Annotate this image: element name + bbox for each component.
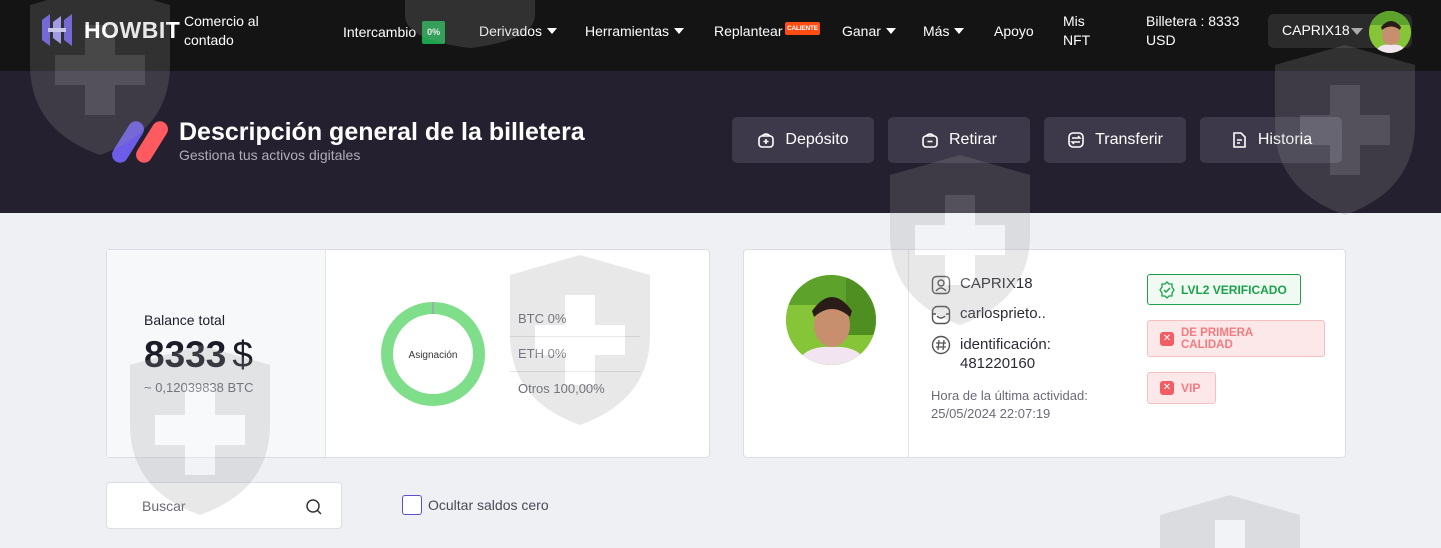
verified-label: LVL2 VERIFICADO [1181, 282, 1287, 297]
nav-launch-label: Replantear [714, 23, 783, 39]
nav-tools[interactable]: Herramientas [585, 22, 685, 41]
balance-value-row: 8333 $ [144, 334, 253, 376]
page-title: Descripción general de la billetera [179, 118, 585, 146]
nav-earn-label: Ganar [842, 23, 881, 39]
logo-icon [40, 12, 74, 48]
profile-username-row: CAPRIX18 [931, 275, 1033, 295]
nav-more-label: Más [923, 23, 950, 39]
user-icon [931, 275, 951, 295]
hide-zero-checkbox[interactable] [402, 495, 422, 515]
profile-username: CAPRIX18 [960, 275, 1033, 292]
avatar [786, 275, 876, 365]
withdraw-icon [922, 133, 938, 148]
chevron-down-icon [885, 28, 896, 35]
balance-value: 8333 [144, 334, 227, 375]
asset-search [106, 482, 342, 529]
profile-id-value: 481220160 [960, 355, 1036, 372]
withdraw-button[interactable]: Retirar [888, 117, 1030, 163]
chevron-down-icon [1351, 28, 1363, 35]
verified-badge: LVL2 VERIFICADO [1147, 274, 1301, 305]
wallet-balance-label: Billetera : 8333 USD [1146, 13, 1240, 48]
hide-zero-label: Ocultar saldos cero [428, 497, 549, 513]
shield-watermark-icon [1160, 495, 1300, 548]
profile-email: carlosprieto.. [960, 305, 1046, 322]
profile-id-label: identificación: [960, 336, 1051, 353]
allocation-others: Otros 100,00% [518, 381, 605, 396]
profile-card: CAPRIX18 carlosprieto.. identificación: … [743, 249, 1346, 458]
deposit-button[interactable]: Depósito [732, 117, 874, 163]
last-activity: Hora de la última actividad: 25/05/2024 … [931, 387, 1091, 423]
brand-logo[interactable]: HOWBIT [40, 12, 180, 48]
hot-badge: CALIENTE [785, 22, 820, 35]
last-activity-label: Hora de la última actividad: [931, 388, 1088, 403]
search-icon[interactable] [305, 498, 323, 516]
chevron-down-icon [674, 28, 685, 35]
divider [510, 371, 640, 372]
nav-tools-label: Herramientas [585, 23, 670, 39]
deposit-icon [758, 133, 775, 148]
donut-center-label: Asignación [409, 350, 458, 361]
transfer-icon [1068, 132, 1084, 148]
profile-id-row: identificación: 481220160 [931, 335, 1051, 373]
premium-label: DE PRIMERA CALIDAD [1181, 326, 1253, 351]
currency-symbol: $ [232, 334, 253, 375]
wallet-balance[interactable]: Billetera : 8333 USD [1146, 12, 1246, 50]
wallet-header: Descripción general de la billetera Gest… [0, 71, 1441, 213]
verified-check-icon [1159, 280, 1175, 299]
nav-exchange-label: Intercambio [343, 24, 417, 41]
chevron-down-icon [547, 28, 558, 35]
profile-email-row: carlosprieto.. [931, 305, 1046, 325]
nav-nft-label: Mis NFT [1063, 13, 1091, 48]
btc-equivalent: ~ 0,12039838 BTC [144, 380, 254, 395]
hash-icon [931, 335, 951, 355]
withdraw-label: Retirar [948, 131, 997, 148]
deposit-label: Depósito [785, 131, 849, 148]
nav-exchange[interactable]: Intercambio 0% [343, 21, 446, 45]
nav-earn[interactable]: Ganar [842, 22, 896, 41]
search-input[interactable] [108, 484, 298, 527]
nav-derivatives[interactable]: Derivados [479, 22, 558, 41]
balance-summary: Balance total 8333 $ ~ 0,12039838 BTC [107, 250, 326, 457]
allocation-eth: ETH 0% [518, 346, 567, 361]
top-navbar: HOWBIT Comercio al contado Intercambio 0%… [0, 0, 1441, 71]
close-icon: ✕ [1160, 381, 1174, 395]
page-subtitle: Gestiona tus activos digitales [179, 147, 361, 163]
history-icon [1233, 132, 1246, 148]
transfer-button[interactable]: Transferir [1044, 117, 1186, 163]
username: CAPRIX18 [1282, 22, 1350, 38]
brand-name: HOWBIT [84, 16, 181, 43]
smile-icon [931, 305, 951, 325]
allocation-btc: BTC 0% [518, 311, 567, 326]
profile-avatar-panel [744, 250, 909, 457]
avatar[interactable] [1369, 11, 1411, 53]
nav-spot-trading[interactable]: Comercio al contado [184, 12, 274, 50]
allocation-donut: Asignación [381, 302, 485, 406]
premium-badge: ✕ DE PRIMERA CALIDAD [1147, 320, 1325, 357]
nav-my-nft[interactable]: Mis NFT [1063, 12, 1103, 50]
history-label: Historia [1257, 131, 1313, 148]
vip-label: VIP [1181, 381, 1201, 395]
balance-label: Balance total [144, 312, 225, 328]
hide-zero-balances-toggle[interactable]: Ocultar saldos cero [402, 495, 549, 515]
nav-spot-label: Comercio al contado [184, 13, 259, 48]
history-button[interactable]: Historia [1200, 117, 1342, 163]
last-activity-value: 25/05/2024 22:07:19 [931, 406, 1051, 421]
nav-derivatives-label: Derivados [479, 23, 543, 39]
close-icon: ✕ [1160, 331, 1174, 346]
chevron-down-icon [954, 28, 965, 35]
nav-support[interactable]: Apoyo [994, 22, 1034, 41]
divider [510, 336, 640, 337]
vip-badge: ✕ VIP [1147, 372, 1216, 404]
nav-launch[interactable]: Replantear [714, 22, 783, 41]
transfer-label: Transferir [1095, 131, 1163, 148]
exchange-fee-badge: 0% [422, 21, 446, 44]
nav-support-label: Apoyo [994, 23, 1034, 39]
nav-more[interactable]: Más [923, 22, 965, 41]
balance-card: Balance total 8333 $ ~ 0,12039838 BTC Asi… [106, 249, 710, 458]
balance-label-row[interactable]: Balance total [144, 312, 231, 328]
